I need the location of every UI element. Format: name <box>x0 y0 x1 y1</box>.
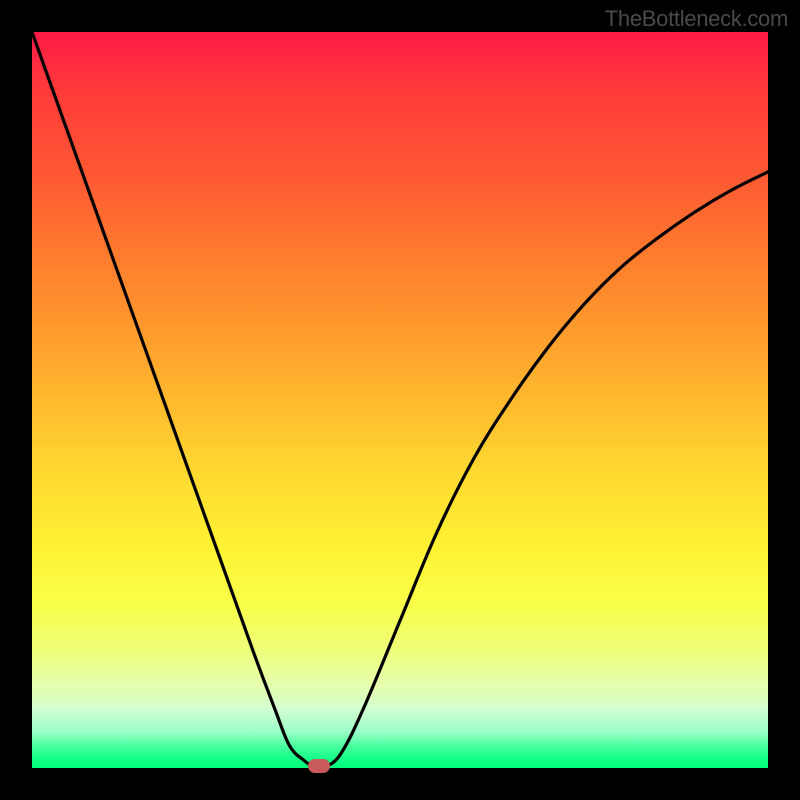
plot-area <box>32 32 768 768</box>
bottleneck-curve <box>32 32 768 768</box>
curve-svg <box>32 32 768 768</box>
chart-frame: TheBottleneck.com <box>0 0 800 800</box>
watermark-text: TheBottleneck.com <box>605 6 788 32</box>
minimum-marker <box>308 759 330 773</box>
